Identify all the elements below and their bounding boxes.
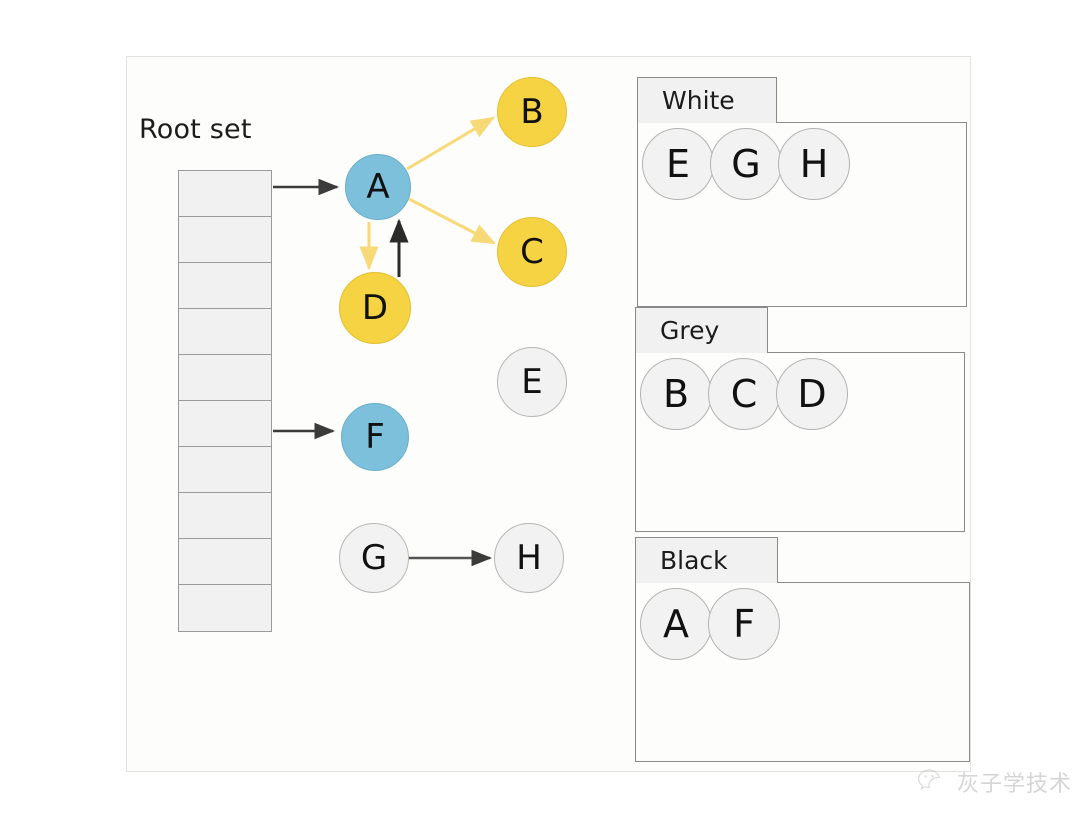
root-set-cell[interactable] (179, 309, 271, 355)
set-node-label: H (799, 142, 829, 186)
white-set-items: EGH (642, 128, 850, 200)
graph-node-h[interactable]: H (494, 523, 564, 593)
root-set-cell[interactable] (179, 447, 271, 493)
graph-node-label: F (365, 417, 385, 457)
graph-node-a[interactable]: A (345, 154, 411, 220)
graph-node-label: E (521, 362, 543, 402)
set-node-f[interactable]: F (708, 588, 780, 660)
graph-node-g[interactable]: G (339, 523, 409, 593)
root-set-label: Root set (139, 114, 252, 145)
root-set-cell[interactable] (179, 585, 271, 631)
root-set-cell[interactable] (179, 171, 271, 217)
set-node-label: F (733, 602, 755, 646)
root-set-cell[interactable] (179, 263, 271, 309)
set-node-label: C (730, 372, 758, 416)
white-set-tab[interactable]: White (637, 77, 777, 123)
root-set-cell[interactable] (179, 493, 271, 539)
root-set-cell[interactable] (179, 355, 271, 401)
root-set-stack[interactable] (178, 170, 272, 632)
edge-a-to-b (406, 116, 496, 171)
grey-set: B C D Grey (635, 307, 965, 532)
graph-node-label: G (360, 538, 388, 578)
watermark: 灰子学技术 (917, 766, 1072, 798)
watermark-text: 灰子学技术 (956, 772, 1072, 797)
graph-node-label: H (516, 538, 542, 578)
graph-node-label: B (520, 92, 544, 132)
grey-set-items: BCD (640, 358, 848, 430)
white-set-body: EGH (637, 122, 967, 307)
graph-node-c[interactable]: C (497, 217, 567, 287)
graph-node-label: D (361, 288, 389, 328)
set-node-label: A (663, 602, 689, 646)
root-set-cell[interactable] (179, 539, 271, 585)
graph-node-b[interactable]: B (497, 77, 567, 147)
set-node-b[interactable]: B (640, 358, 712, 430)
grey-set-title: Grey (660, 316, 720, 345)
wechat-icon (917, 769, 941, 790)
graph-node-e[interactable]: E (497, 347, 567, 417)
edge-a-to-c (408, 197, 497, 245)
white-set-title: White (662, 86, 735, 115)
set-node-e[interactable]: E (642, 128, 714, 200)
diagram-canvas: Root set ABCDEFGH E G H White B C D Grey A F Black (126, 56, 971, 772)
root-set-cell[interactable] (179, 217, 271, 263)
graph-node-f[interactable]: F (341, 403, 409, 471)
set-node-h[interactable]: H (778, 128, 850, 200)
graph-node-label: C (520, 232, 544, 272)
set-node-label: B (662, 372, 690, 416)
grey-set-body: BCD (635, 352, 965, 532)
grey-set-tab[interactable]: Grey (635, 307, 768, 353)
set-node-label: D (797, 372, 827, 416)
graph-node-d[interactable]: D (339, 272, 411, 344)
set-node-a[interactable]: A (640, 588, 712, 660)
set-node-g[interactable]: G (710, 128, 782, 200)
black-set-body: AF (635, 582, 970, 762)
graph-node-label: A (366, 167, 390, 207)
white-set: E G H White (637, 77, 967, 307)
set-node-label: G (731, 142, 761, 186)
set-node-d[interactable]: D (776, 358, 848, 430)
black-set-tab[interactable]: Black (635, 537, 778, 583)
black-set-title: Black (660, 546, 728, 575)
black-set: A F Black (635, 537, 970, 762)
set-node-label: E (665, 142, 690, 186)
root-set-cell[interactable] (179, 401, 271, 447)
black-set-items: AF (640, 588, 780, 660)
set-node-c[interactable]: C (708, 358, 780, 430)
